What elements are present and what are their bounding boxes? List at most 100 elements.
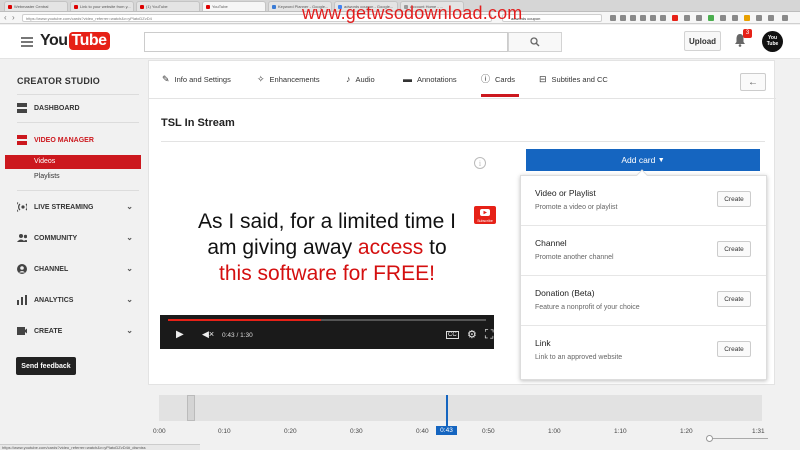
timeline-drag-handle[interactable] — [187, 395, 195, 421]
sidebar-subitem-videos[interactable]: Videos — [5, 155, 141, 169]
extension-icon[interactable] — [708, 15, 714, 21]
menu-icon[interactable] — [782, 15, 788, 21]
sidebar-item-video-manager[interactable]: VIDEO MANAGER — [17, 132, 139, 148]
tab-info-and-settings[interactable]: ✎ Info and Settings — [162, 75, 231, 97]
title-divider — [161, 141, 765, 142]
subscribe-watermark[interactable]: Subscribe — [474, 206, 496, 224]
fullscreen-icon[interactable]: ⛶ — [485, 327, 493, 342]
tab-favicon-icon — [272, 4, 276, 9]
timeline-tick-label: 0:20 — [284, 428, 297, 435]
sidebar-title: CREATOR STUDIO — [17, 76, 100, 86]
tab-favicon-icon — [206, 4, 210, 9]
tab-favicon-icon — [74, 4, 78, 9]
chevron-down-icon: ⌄ — [126, 233, 133, 242]
timeline-tick-label: 1:10 — [614, 428, 627, 435]
sidebar-item-create[interactable]: CREATE ⌄ — [17, 323, 139, 339]
card-option-channel[interactable]: Channel Promote another channel Create — [521, 226, 766, 276]
cc-icon[interactable]: CC — [446, 331, 459, 339]
browser-tab[interactable]: Webmaster Central — [4, 1, 68, 11]
extension-icon[interactable] — [630, 15, 636, 21]
youtube-play-icon — [480, 209, 490, 216]
create-button[interactable]: Create — [717, 191, 751, 207]
extension-icon[interactable] — [768, 15, 774, 21]
tab-cards[interactable]: ⓘ Cards — [481, 74, 520, 97]
sidebar-item-analytics[interactable]: ANALYTICS ⌄ — [17, 292, 139, 308]
forward-arrow-icon[interactable]: › — [12, 13, 15, 22]
add-card-button[interactable]: Add card ▼ — [526, 149, 760, 171]
mute-icon[interactable]: ◀× — [202, 329, 214, 340]
video-player[interactable]: i As I said, for a limited time I am giv… — [160, 149, 494, 349]
card-option-video-or-playlist[interactable]: Video or Playlist Promote a video or pla… — [521, 176, 766, 226]
music-note-icon: ♪ — [346, 74, 351, 84]
extension-icon[interactable] — [640, 15, 646, 21]
extension-icon[interactable] — [720, 15, 726, 21]
timeline-tick-label: 0:00 — [153, 428, 166, 435]
play-icon[interactable]: ▶ — [176, 329, 184, 340]
upload-button[interactable]: Upload — [684, 31, 721, 51]
tab-favicon-icon — [140, 4, 144, 9]
extension-icon[interactable] — [732, 15, 738, 21]
time-display: 0:43 / 1:30 — [222, 332, 253, 339]
send-feedback-button[interactable]: Send feedback — [16, 357, 76, 375]
extension-icon[interactable] — [610, 15, 616, 21]
video-title: TSL In Stream — [161, 117, 235, 129]
zoom-slider-knob[interactable] — [706, 435, 713, 442]
search-input[interactable] — [144, 32, 508, 52]
hamburger-menu-icon[interactable] — [21, 37, 33, 49]
sidebar-divider — [17, 190, 139, 191]
sidebar-subitem-playlists[interactable]: Playlists — [5, 170, 141, 184]
tab-annotations[interactable]: ▬ Annotations — [403, 75, 457, 97]
avatar[interactable]: You Tube — [762, 31, 783, 52]
sidebar-item-live-streaming[interactable]: LIVE STREAMING ⌄ — [17, 199, 139, 215]
watermark-text: www.getwsodownload.com — [302, 3, 523, 23]
tab-enhancements[interactable]: ✧ Enhancements — [257, 75, 320, 97]
card-option-donation[interactable]: Donation (Beta) Feature a nonprofit of y… — [521, 276, 766, 326]
extension-icon[interactable] — [650, 15, 656, 21]
create-button[interactable]: Create — [717, 241, 751, 257]
extension-icon[interactable] — [756, 15, 762, 21]
extension-icon[interactable] — [620, 15, 626, 21]
browser-tab-active[interactable]: YouTube — [202, 1, 266, 11]
create-button[interactable]: Create — [717, 341, 751, 357]
extension-icon[interactable] — [660, 15, 666, 21]
info-icon[interactable]: i — [474, 157, 486, 169]
playhead-time: 0:43 — [436, 426, 457, 435]
pencil-icon: ✎ — [162, 74, 170, 84]
info-circle-icon: ⓘ — [481, 74, 491, 84]
return-button[interactable]: ← — [740, 73, 766, 91]
tab-audio[interactable]: ♪ Audio — [346, 75, 375, 97]
sidebar-item-dashboard[interactable]: DASHBOARD — [17, 100, 139, 116]
chevron-down-icon: ⌄ — [126, 326, 133, 335]
youtube-logo[interactable]: You Tube — [40, 32, 110, 50]
back-arrow-icon[interactable]: ‹ — [4, 13, 7, 22]
sidebar-item-channel[interactable]: CHANNEL ⌄ — [17, 261, 139, 277]
cc-icon: ⊟ — [539, 74, 547, 84]
tab-subtitles-and-cc[interactable]: ⊟ Subtitles and CC — [539, 75, 608, 97]
extension-icon[interactable] — [684, 15, 690, 21]
create-camera-icon — [17, 326, 27, 336]
video-editor-panel: ✎ Info and Settings ✧ Enhancements ♪ Audio … — [148, 60, 776, 385]
timeline-tick-label: 1:00 — [548, 428, 561, 435]
browser-tab[interactable]: Link to your website from y... — [70, 1, 134, 11]
tab-favicon-icon — [8, 4, 12, 9]
timeline-track[interactable] — [159, 395, 762, 421]
channel-icon — [17, 264, 27, 274]
extension-icon[interactable] — [744, 15, 750, 21]
playhead-marker[interactable] — [446, 395, 448, 426]
search-button[interactable] — [508, 32, 562, 52]
sidebar-item-community[interactable]: COMMUNITY ⌄ — [17, 230, 139, 246]
progress-fill — [168, 319, 321, 321]
extension-icon[interactable] — [696, 15, 702, 21]
browser-tab[interactable]: (1) YouTube — [136, 1, 200, 11]
create-button[interactable]: Create — [717, 291, 751, 307]
extension-icon[interactable] — [672, 15, 678, 21]
video-overlay-text: As I said, for a limited time I am givin… — [198, 210, 456, 285]
notifications-bell-icon[interactable]: 3 — [734, 29, 752, 49]
progress-bar[interactable] — [168, 319, 486, 321]
timeline-zoom-slider[interactable] — [706, 435, 768, 442]
settings-gear-icon[interactable]: ⚙ — [467, 328, 477, 341]
card-option-link[interactable]: Link Link to an approved website Create — [521, 326, 766, 376]
sidebar-divider — [17, 94, 139, 95]
player-controls: ▶ ◀× 0:43 / 1:30 CC ⚙ ⛶ — [160, 315, 494, 349]
chevron-down-icon: ⌄ — [126, 202, 133, 211]
